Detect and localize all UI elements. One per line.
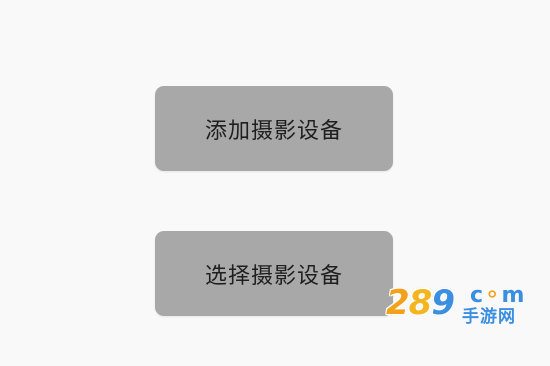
watermark-domain-m: m [501, 283, 525, 308]
watermark-subtitle: 手游网 [462, 307, 516, 327]
watermark-digit: 9 [431, 283, 455, 323]
select-camera-device-button[interactable]: 选择摄影设备 [155, 231, 393, 316]
watermark-domain: c⚬m [470, 285, 524, 307]
site-watermark-logo: 289 c⚬m 手游网 [386, 283, 546, 331]
add-camera-device-button[interactable]: 添加摄影设备 [155, 86, 393, 171]
watermark-domain-c: c [470, 283, 484, 308]
watermark-number: 289 [386, 283, 455, 323]
watermark-digit: 8 [408, 283, 433, 323]
watermark-domain-ball: ⚬ [483, 283, 502, 308]
